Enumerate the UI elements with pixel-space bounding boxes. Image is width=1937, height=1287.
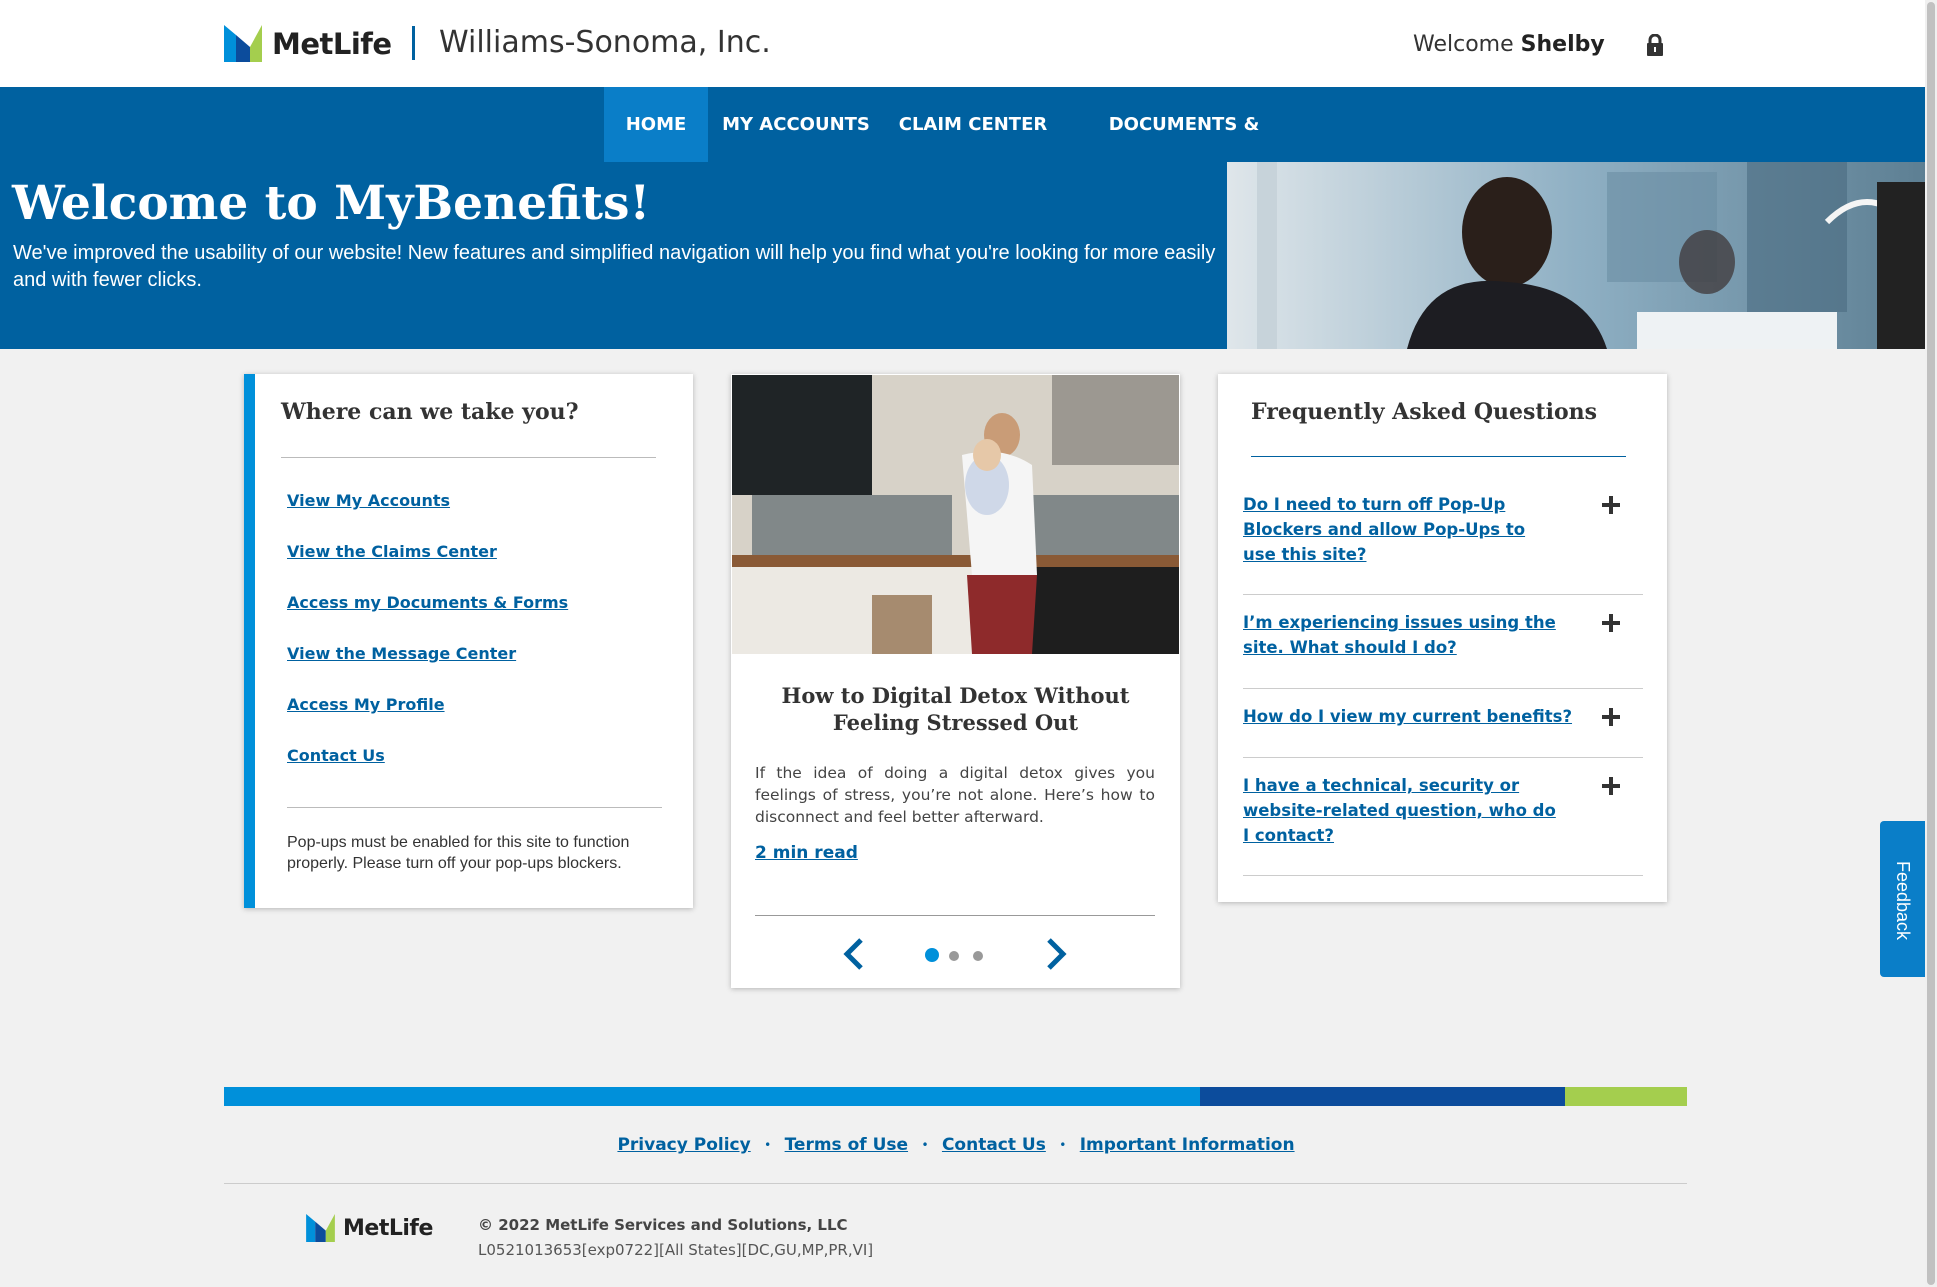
welcome-message: Welcome Shelby [1413,32,1605,57]
footer-link-privacy-policy[interactable]: Privacy Policy [617,1135,750,1155]
link-access-documents-forms[interactable]: Access my Documents & Forms [287,593,568,612]
link-access-my-profile[interactable]: Access My Profile [287,695,445,714]
hero-title: Welcome to MyBenefits! [12,176,651,231]
faq-question-popup-blockers[interactable]: Do I need to turn off Pop-Up Blockers an… [1243,492,1563,567]
hero-office-image [1227,162,1925,349]
footer-link-terms-of-use[interactable]: Terms of Use [785,1135,908,1155]
faq-heading: Frequently Asked Questions [1251,399,1598,425]
plus-icon[interactable] [1602,777,1620,795]
feedback-label: Feedback [1893,861,1913,941]
footer-link-important-information[interactable]: Important Information [1080,1135,1295,1155]
header-divider [412,26,415,60]
quick-links-heading: Where can we take you? [281,399,579,425]
page-scrollbar[interactable] [1925,0,1937,1287]
faq-item: How do I view my current benefits? [1243,704,1643,729]
metlife-logo-icon [306,1214,335,1242]
quick-links-card: Where can we take you? View My Accounts … [244,374,693,908]
divider [287,807,662,808]
faq-question-site-issues[interactable]: I’m experiencing issues using the site. … [1243,610,1563,660]
article-description: If the idea of doing a digital detox giv… [755,764,1155,826]
footer-bullet: • [921,1138,929,1152]
faq-question-current-benefits[interactable]: How do I view my current benefits? [1243,704,1583,729]
metlife-wordmark: MetLife [343,1215,433,1241]
carousel-dot-3[interactable] [973,951,983,961]
faq-divider [1243,757,1643,758]
faq-item: I have a technical, security or website-… [1243,773,1643,848]
divider [281,457,656,458]
hero-text: We've improved the usability of our webs… [13,242,1216,291]
faq-item: I’m experiencing issues using the site. … [1243,610,1643,660]
link-view-my-accounts[interactable]: View My Accounts [287,491,450,510]
faq-item: Do I need to turn off Pop-Up Blockers an… [1243,492,1643,567]
legal-code: L0521013653[exp0722][All States][DC,GU,M… [478,1241,874,1259]
plus-icon[interactable] [1602,496,1620,514]
footer-links: Privacy Policy • Terms of Use • Contact … [0,1135,1912,1155]
copyright-text: © 2022 MetLife Services and Solutions, L… [478,1216,848,1234]
carousel-dot-1[interactable] [925,948,939,962]
faq-divider [1243,688,1643,689]
nav-claim-center[interactable]: CLAIM CENTER [898,87,1048,162]
article-read-link[interactable]: 2 min read [755,843,858,863]
main-nav: HOME MY ACCOUNTS CLAIM CENTER DOCUMENTS … [0,87,1925,210]
user-name: Shelby [1520,32,1605,57]
metlife-logo-icon [224,25,262,62]
link-view-claims-center[interactable]: View the Claims Center [287,542,497,561]
footer-bullet: • [1059,1138,1067,1152]
chevron-left-icon[interactable] [841,937,867,971]
article-carousel-card: How to Digital Detox Without Feeling Str… [731,374,1180,988]
article-kitchen-image[interactable] [732,375,1179,654]
divider [1251,456,1626,457]
link-view-message-center[interactable]: View the Message Center [287,644,516,663]
article-title: How to Digital Detox Without Feeling Str… [781,683,1130,735]
divider [755,915,1155,916]
feedback-tab[interactable]: Feedback [1880,821,1925,977]
company-name: Williams-Sonoma, Inc. [439,25,771,60]
footer-bar-green [1565,1087,1687,1106]
nav-my-accounts[interactable]: MY ACCOUNTS [720,87,872,162]
faq-card: Frequently Asked Questions Do I need to … [1218,374,1667,902]
nav-home[interactable]: HOME [604,87,708,162]
footer-metlife-logo: MetLife [306,1214,433,1242]
plus-icon[interactable] [1602,708,1620,726]
footer-link-contact-us[interactable]: Contact Us [942,1135,1046,1155]
faq-divider [1243,875,1643,876]
chevron-right-icon[interactable] [1043,937,1069,971]
plus-icon[interactable] [1602,614,1620,632]
footer-divider [224,1183,1687,1184]
nav-documents-forms[interactable]: DOCUMENTS & FORMS [1078,87,1290,210]
popup-note: Pop-ups must be enabled for this site to… [287,834,630,872]
link-contact-us[interactable]: Contact Us [287,746,385,765]
metlife-wordmark: MetLife [272,26,392,61]
metlife-logo[interactable]: MetLife [224,25,392,62]
footer-bar-dark-blue [1200,1087,1565,1106]
top-header: MetLife Williams-Sonoma, Inc. Welcome Sh… [0,0,1937,87]
scrollbar-thumb[interactable] [1927,2,1935,1285]
carousel-dot-2[interactable] [949,951,959,961]
welcome-prefix: Welcome [1413,32,1514,57]
faq-divider [1243,594,1643,595]
footer-bar-light-blue [224,1087,1200,1106]
lock-icon[interactable] [1645,34,1665,56]
hero-banner: Welcome to MyBenefits! We've improved th… [0,162,1925,349]
footer-bullet: • [764,1138,772,1152]
faq-question-technical-contact[interactable]: I have a technical, security or website-… [1243,773,1563,848]
